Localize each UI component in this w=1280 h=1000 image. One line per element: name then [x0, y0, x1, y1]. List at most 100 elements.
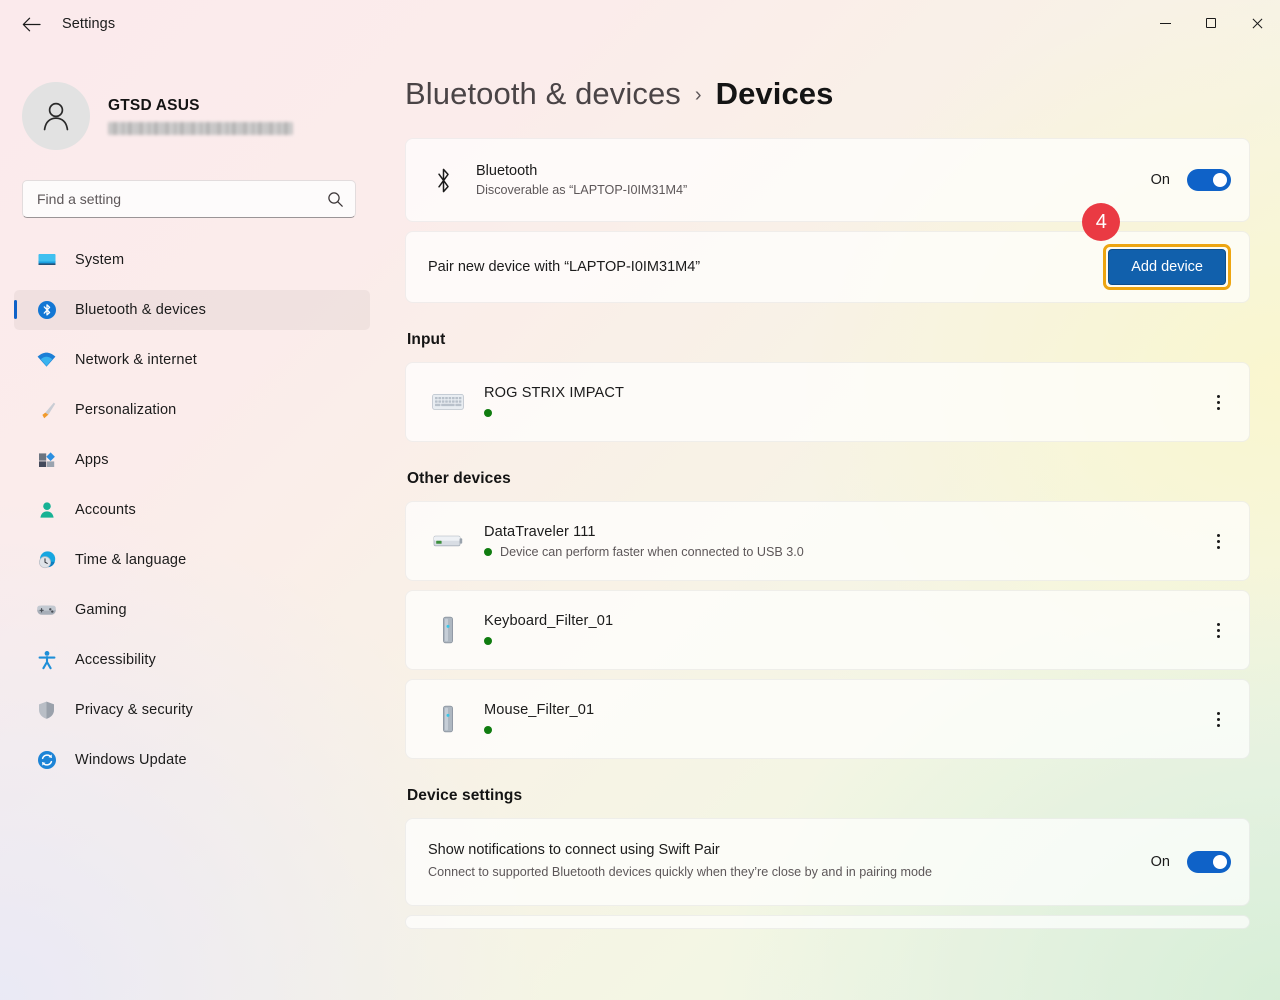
breadcrumb: Bluetooth & devices › Devices: [405, 62, 1250, 138]
sidebar-item-windows-update[interactable]: Windows Update: [14, 740, 370, 780]
device-name: ROG STRIX IMPACT: [484, 385, 624, 401]
add-device-button[interactable]: Add device: [1108, 249, 1226, 285]
dot: [1216, 406, 1220, 410]
swift-pair-toggle[interactable]: [1187, 851, 1231, 873]
sidebar-item-label: Time & language: [75, 552, 187, 568]
device-tower-icon: [428, 702, 468, 736]
search-input[interactable]: [37, 191, 327, 207]
device-name: Keyboard_Filter_01: [484, 613, 614, 629]
device-row-keyboard-filter-01[interactable]: Keyboard_Filter_01: [405, 590, 1250, 670]
status-dot-icon: [484, 725, 492, 734]
app-title: Settings: [62, 16, 116, 32]
device-status: [484, 723, 1201, 736]
paintbrush-icon: [36, 400, 57, 421]
section-heading-device-settings: Device settings: [407, 787, 523, 804]
sidebar-item-bluetooth-devices[interactable]: Bluetooth & devices: [14, 290, 370, 330]
bluetooth-card-text: Bluetooth Discoverable as “LAPTOP-I0IM31…: [476, 163, 1133, 197]
next-setting-card-partial[interactable]: [405, 915, 1250, 929]
sidebar-item-label: Gaming: [75, 602, 127, 618]
device-status: [484, 634, 1201, 647]
pair-new-device-card: Pair new device with “LAPTOP-I0IM31M4” 4…: [405, 203, 1250, 303]
dot: [1216, 723, 1220, 727]
sidebar-item-accounts[interactable]: Accounts: [14, 490, 370, 530]
sidebar-item-apps[interactable]: Apps: [14, 440, 370, 480]
swift-pair-toggle-group: On: [1151, 851, 1231, 873]
swift-pair-toggle-state: On: [1150, 854, 1170, 870]
section-heading-other-devices: Other devices: [407, 470, 511, 487]
maximize-button[interactable]: [1188, 0, 1234, 46]
sidebar-item-label: System: [75, 252, 125, 268]
system-monitor-icon: [36, 250, 57, 271]
clock-globe-icon: [36, 550, 57, 571]
account-email-redacted: [108, 122, 293, 135]
device-subtitle: Device can perform faster when connected…: [500, 544, 804, 559]
swift-pair-text: Show notifications to connect using Swif…: [428, 842, 1151, 883]
sidebar-item-label: Accounts: [75, 502, 136, 518]
device-text: DataTraveler 111 Device can perform fast…: [484, 524, 1201, 559]
more-options-icon[interactable]: [1201, 613, 1235, 647]
account-block[interactable]: GTSD ASUS: [14, 62, 370, 158]
wifi-icon: [36, 350, 57, 371]
usb-drive-icon: [428, 524, 468, 558]
device-row-mouse-filter-01[interactable]: Mouse_Filter_01: [405, 679, 1250, 759]
bluetooth-title: Bluetooth: [476, 163, 538, 179]
status-dot-icon: [484, 636, 492, 645]
device-name: Mouse_Filter_01: [484, 702, 595, 718]
sidebar-item-accessibility[interactable]: Accessibility: [14, 640, 370, 680]
gamepad-icon: [36, 600, 57, 621]
sidebar-item-personalization[interactable]: Personalization: [14, 390, 370, 430]
sidebar-item-label: Personalization: [75, 402, 177, 418]
sidebar-item-label: Bluetooth & devices: [75, 302, 207, 318]
dot: [1216, 539, 1220, 543]
sidebar-item-gaming[interactable]: Gaming: [14, 590, 370, 630]
sidebar-item-system[interactable]: System: [14, 240, 370, 280]
device-row-datatraveler-111[interactable]: DataTraveler 111 Device can perform fast…: [405, 501, 1250, 581]
swift-pair-subtitle: Connect to supported Bluetooth devices q…: [428, 864, 933, 879]
device-name: DataTraveler 111: [484, 524, 596, 540]
sidebar-item-label: Privacy & security: [75, 702, 193, 718]
back-button[interactable]: [14, 8, 48, 40]
account-name: GTSD ASUS: [108, 97, 200, 114]
dot: [1216, 533, 1220, 537]
title-bar: Settings: [0, 0, 1280, 62]
sidebar-item-privacy-security[interactable]: Privacy & security: [14, 690, 370, 730]
app-body: GTSD ASUS System: [0, 62, 1280, 1000]
dot: [1216, 634, 1220, 638]
bluetooth-toggle[interactable]: [1187, 169, 1231, 191]
dot: [1216, 628, 1220, 632]
sidebar-item-label: Apps: [75, 452, 109, 468]
search-box[interactable]: [22, 180, 356, 218]
close-button[interactable]: [1234, 0, 1280, 46]
more-options-icon[interactable]: [1201, 524, 1235, 558]
sidebar-item-time-language[interactable]: Time & language: [14, 540, 370, 580]
status-dot-icon: [484, 408, 492, 417]
main-content: Bluetooth & devices › Devices Bluetooth …: [388, 62, 1280, 1000]
accessibility-person-icon: [36, 650, 57, 671]
sidebar-item-network-internet[interactable]: Network & internet: [14, 340, 370, 380]
breadcrumb-parent[interactable]: Bluetooth & devices: [405, 76, 681, 112]
dot: [1216, 711, 1220, 715]
toggle-knob: [1213, 855, 1227, 869]
dot: [1216, 622, 1220, 626]
status-dot-icon: [484, 547, 492, 556]
more-options-icon[interactable]: [1201, 702, 1235, 736]
minimize-icon: [1159, 22, 1171, 24]
device-row-rog-strix-impact[interactable]: ROG STRIX IMPACT: [405, 362, 1250, 442]
more-options-icon[interactable]: [1201, 385, 1235, 419]
add-device-highlight: 4 Add device: [1082, 203, 1231, 290]
bluetooth-toggle-state: On: [1150, 172, 1170, 188]
dot: [1216, 394, 1220, 398]
minimize-button[interactable]: [1142, 0, 1188, 46]
swift-pair-title: Show notifications to connect using Swif…: [428, 841, 720, 858]
sidebar: GTSD ASUS System: [0, 62, 388, 1000]
device-tower-icon: [428, 613, 468, 647]
device-text: Mouse_Filter_01: [484, 702, 1201, 736]
sidebar-nav: System Bluetooth & devices Network & int…: [14, 240, 370, 780]
device-status: [484, 406, 1201, 419]
dot: [1216, 400, 1220, 404]
sidebar-item-label: Windows Update: [75, 752, 187, 768]
bluetooth-glyph-icon: [428, 167, 458, 194]
sidebar-item-label: Network & internet: [75, 352, 197, 368]
shield-icon: [36, 700, 57, 721]
avatar: [22, 82, 90, 150]
